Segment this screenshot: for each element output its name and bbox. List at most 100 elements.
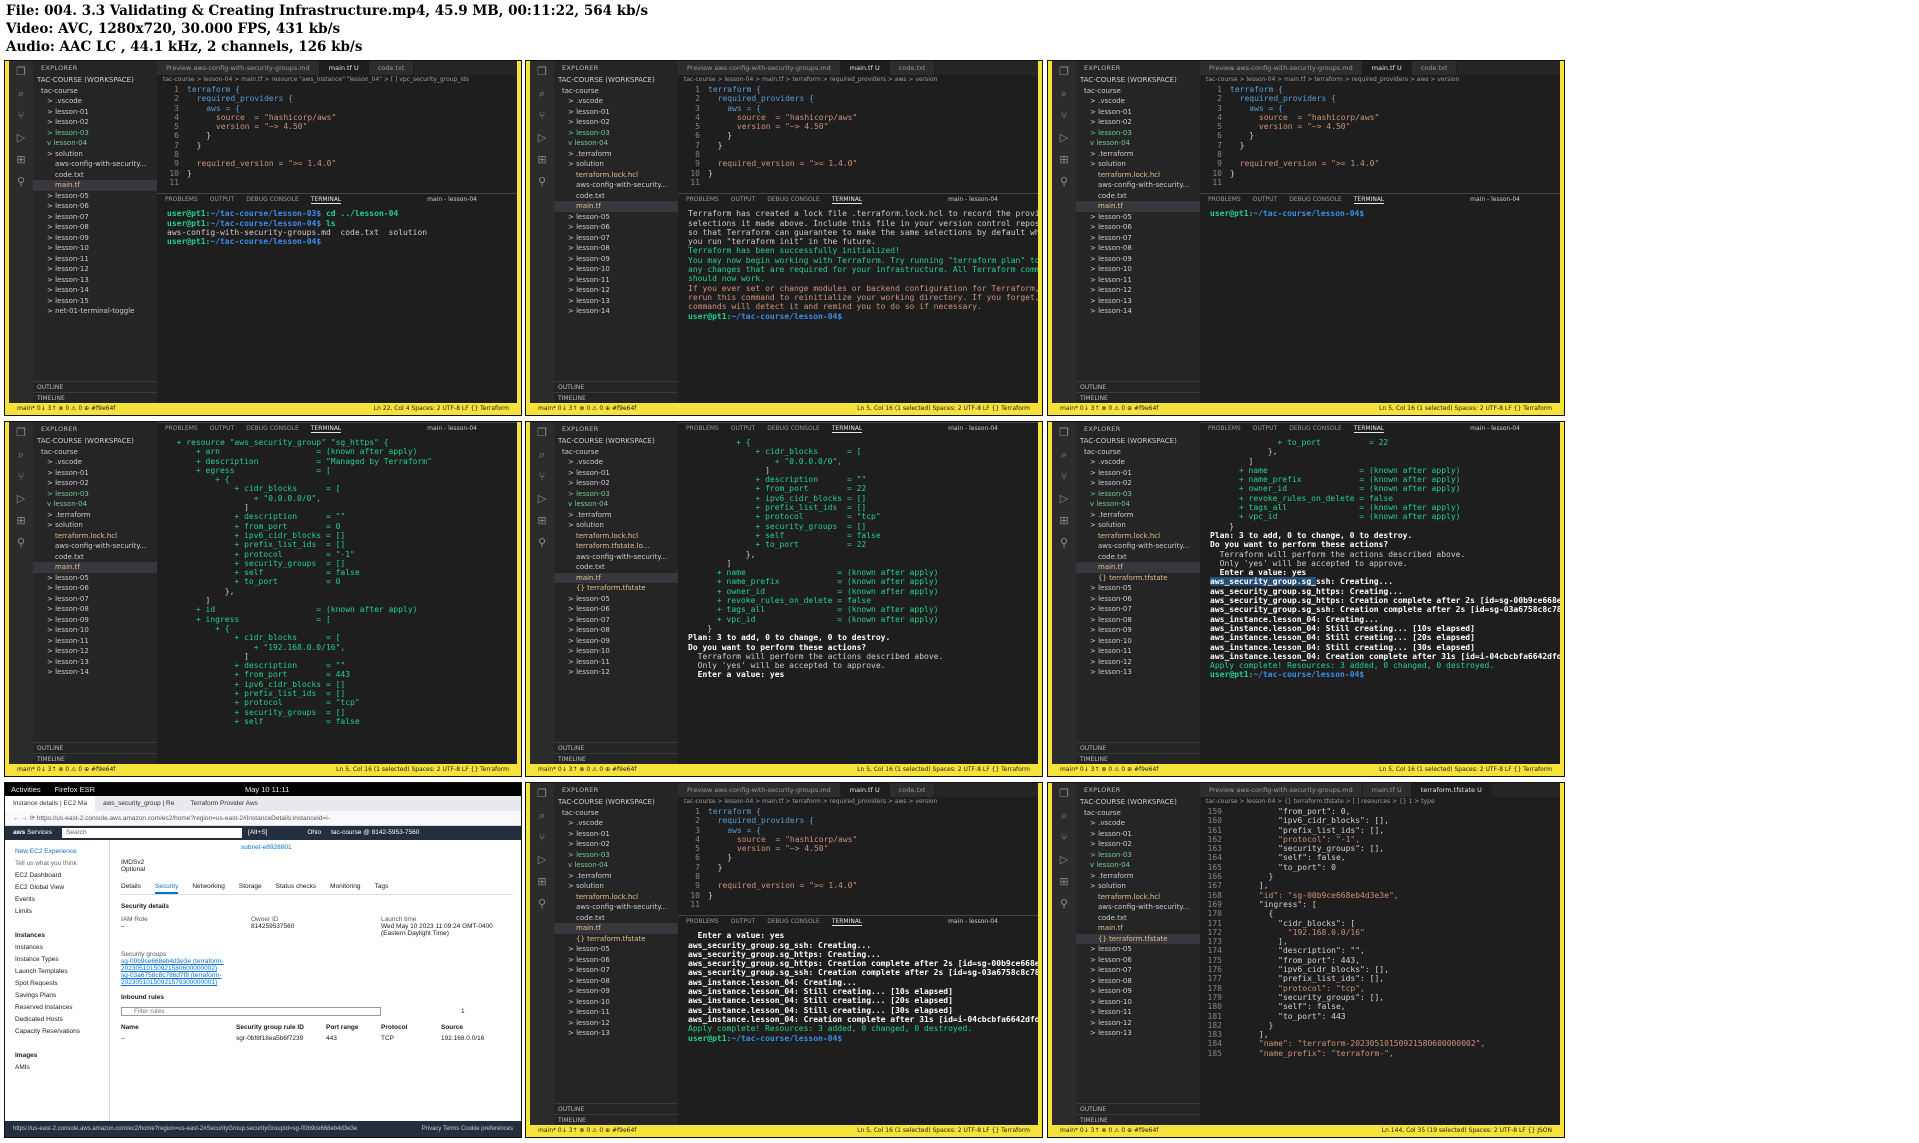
column-header[interactable]: Port range — [326, 1024, 381, 1031]
status-right[interactable]: Ln 144, Col 35 (19 selected) Spaces: 2 U… — [1382, 1125, 1552, 1137]
sidebar-link[interactable]: EC2 Global View — [15, 882, 109, 894]
editor-tab[interactable]: code.txt — [1411, 61, 1458, 75]
file-tree-item[interactable]: tac-course — [33, 447, 157, 458]
file-tree-item[interactable]: main.tf — [554, 201, 678, 212]
status-left[interactable]: main* 0↓ 3↑ ⊗ 0 ⚠ 0 ⊕ #f9e64f — [1060, 1127, 1158, 1134]
code-editor[interactable]: 1 terraform {2 required_providers {3 aws … — [678, 85, 1038, 187]
editor-tab[interactable]: Preview aws-config-with-security-groups.… — [1200, 61, 1363, 75]
security-group-link[interactable]: sg-00b9ce668eb4d3e3e (terraform-20230510… — [121, 958, 231, 972]
file-tree-item[interactable]: > lesson-02 — [1076, 839, 1200, 850]
file-tree-item[interactable]: > net-01-terminal-toggle — [33, 306, 157, 317]
filter-rules-input[interactable]: Filter rules — [121, 1007, 381, 1016]
file-tree-item[interactable]: aws-config-with-security... — [1076, 180, 1200, 191]
source-control-icon[interactable]: ⑂ — [9, 466, 33, 488]
file-tree-item[interactable]: > solution — [554, 881, 678, 892]
files-icon[interactable]: ❐ — [1052, 61, 1076, 83]
breadcrumb[interactable]: tac-course > lesson-04 > main.tf > terra… — [678, 75, 1038, 85]
editor-tab[interactable]: main.tf U — [1362, 783, 1412, 797]
file-tree-item[interactable]: code.txt — [1076, 552, 1200, 563]
file-tree-item[interactable]: > lesson-12 — [554, 285, 678, 296]
file-tree-item[interactable]: > lesson-03 — [1076, 489, 1200, 500]
file-tree-item[interactable]: tac-course — [1076, 808, 1200, 819]
browser-tab[interactable]: aws_security_group | Re — [95, 796, 182, 811]
file-tree-item[interactable]: > lesson-10 — [33, 625, 157, 636]
panel-tab-terminal[interactable]: TERMINAL — [310, 425, 342, 433]
status-right[interactable]: Ln 5, Col 16 (1 selected) Spaces: 2 UTF-… — [336, 764, 509, 776]
file-tree-item[interactable]: code.txt — [33, 552, 157, 563]
panel-tab-terminal[interactable]: TERMINAL — [831, 196, 863, 205]
panel-tab-debug-console[interactable]: DEBUG CONSOLE — [1289, 196, 1342, 203]
timeline-section[interactable]: TIMELINE — [33, 392, 157, 403]
file-tree-item[interactable]: > lesson-02 — [554, 839, 678, 850]
status-right[interactable]: Ln 5, Col 16 (1 selected) Spaces: 2 UTF-… — [857, 1125, 1030, 1137]
file-tree-item[interactable]: > lesson-07 — [554, 615, 678, 626]
url-bar[interactable]: ← → ⟳ https://us-east-2.console.aws.amaz… — [5, 811, 521, 826]
file-tree-item[interactable]: > lesson-02 — [33, 117, 157, 128]
file-tree-item[interactable]: aws-config-with-security... — [554, 902, 678, 913]
feedback-link[interactable]: Tell us what you think — [15, 858, 109, 870]
status-right[interactable]: Ln 5, Col 16 (1 selected) Spaces: 2 UTF-… — [1379, 403, 1552, 415]
file-tree-item[interactable]: > lesson-01 — [554, 468, 678, 479]
panel-tab-debug-console[interactable]: DEBUG CONSOLE — [246, 196, 299, 203]
sidebar-link[interactable]: Savings Plans — [15, 990, 109, 1002]
files-icon[interactable]: ❐ — [530, 783, 554, 805]
panel-tab-problems[interactable]: PROBLEMS — [686, 196, 719, 203]
sidebar-link[interactable]: Capacity Reservations — [15, 1026, 109, 1038]
workspace-title[interactable]: TAC-COURSE (WORKSPACE) — [33, 75, 157, 86]
file-tree-item[interactable]: > lesson-02 — [33, 478, 157, 489]
run-debug-icon[interactable]: ▷ — [1052, 488, 1076, 510]
remote-icon[interactable]: ⚲ — [530, 532, 554, 554]
file-tree-item[interactable]: > lesson-01 — [33, 107, 157, 118]
file-tree-item[interactable]: > lesson-03 — [554, 489, 678, 500]
extensions-icon[interactable]: ⊞ — [1052, 149, 1076, 171]
timeline-section[interactable]: TIMELINE — [554, 1114, 678, 1125]
inbound-rules-heading[interactable]: Inbound rules — [121, 994, 513, 1001]
outline-section[interactable]: OUTLINE — [554, 381, 678, 392]
panel-tab-terminal[interactable]: TERMINAL — [1353, 425, 1385, 433]
extensions-icon[interactable]: ⊞ — [530, 871, 554, 893]
editor-tab[interactable]: Preview aws-config-with-security-groups.… — [157, 61, 320, 75]
file-tree-item[interactable]: > lesson-07 — [1076, 233, 1200, 244]
new-ec2-toggle[interactable]: New EC2 Experience — [15, 846, 109, 858]
panel-tab-debug-console[interactable]: DEBUG CONSOLE — [767, 196, 820, 203]
code-editor[interactable]: 1 terraform {2 required_providers {3 aws … — [678, 807, 1038, 909]
file-tree-item[interactable]: {} terraform.tfstate — [1076, 933, 1200, 944]
file-tree-item[interactable]: > lesson-02 — [1076, 117, 1200, 128]
file-tree-item[interactable]: > lesson-15 — [33, 296, 157, 307]
panel-tab-output[interactable]: OUTPUT — [1253, 196, 1277, 203]
files-icon[interactable]: ❐ — [530, 422, 554, 444]
run-debug-icon[interactable]: ▷ — [9, 488, 33, 510]
timeline-section[interactable]: TIMELINE — [1076, 1114, 1200, 1125]
file-tree-item[interactable]: v lesson-04 — [1076, 860, 1200, 871]
terminal-output[interactable]: user@pt1:~/tac-course/lesson-04$ — [1200, 205, 1560, 218]
file-tree-item[interactable]: > .terraform — [33, 510, 157, 521]
file-tree-item[interactable]: > lesson-11 — [33, 254, 157, 265]
file-tree-item[interactable]: > lesson-11 — [33, 636, 157, 647]
breadcrumb[interactable]: tac-course > lesson-04 > main.tf > resou… — [157, 75, 517, 85]
sidebar-link[interactable]: Reserved Instances — [15, 1002, 109, 1014]
file-tree-item[interactable]: > lesson-08 — [554, 625, 678, 636]
file-tree-item[interactable]: > .vscode — [1076, 818, 1200, 829]
pagination[interactable]: 1 — [461, 1008, 465, 1015]
file-tree-item[interactable]: tac-course — [1076, 447, 1200, 458]
column-header[interactable]: Protocol — [381, 1024, 441, 1031]
remote-icon[interactable]: ⚲ — [1052, 532, 1076, 554]
file-tree-item[interactable]: > lesson-09 — [33, 615, 157, 626]
timeline-section[interactable]: TIMELINE — [1076, 392, 1200, 403]
detail-tab[interactable]: Storage — [239, 883, 262, 892]
code-editor[interactable]: 1 terraform {2 required_providers {3 aws … — [157, 85, 517, 187]
file-tree-item[interactable]: code.txt — [1076, 913, 1200, 924]
panel-tab-terminal[interactable]: TERMINAL — [831, 425, 863, 433]
status-right[interactable]: Ln 5, Col 16 (1 selected) Spaces: 2 UTF-… — [857, 403, 1030, 415]
search-icon[interactable]: ⌕ — [530, 444, 554, 466]
file-tree-item[interactable]: > lesson-13 — [554, 296, 678, 307]
terminal-output[interactable]: Enter a value: yes aws_security_group.sg_… — [678, 927, 1038, 1043]
file-tree-item[interactable]: > lesson-06 — [1076, 594, 1200, 605]
file-tree-item[interactable]: code.txt — [554, 562, 678, 573]
status-left[interactable]: main* 0↓ 3↑ ⊗ 0 ⚠ 0 ⊕ #f9e64f — [538, 1127, 636, 1134]
rules-row[interactable]: – sgr-0bf8f18ea5b6f7239 443 TCP 192.168.0.0/… — [121, 1035, 513, 1042]
editor-tab[interactable]: terraform.tfstate U — [1411, 783, 1492, 797]
file-tree-item[interactable]: > lesson-07 — [554, 965, 678, 976]
file-tree-item[interactable]: > lesson-01 — [33, 468, 157, 479]
panel-tab-terminal[interactable]: TERMINAL — [1353, 196, 1385, 205]
